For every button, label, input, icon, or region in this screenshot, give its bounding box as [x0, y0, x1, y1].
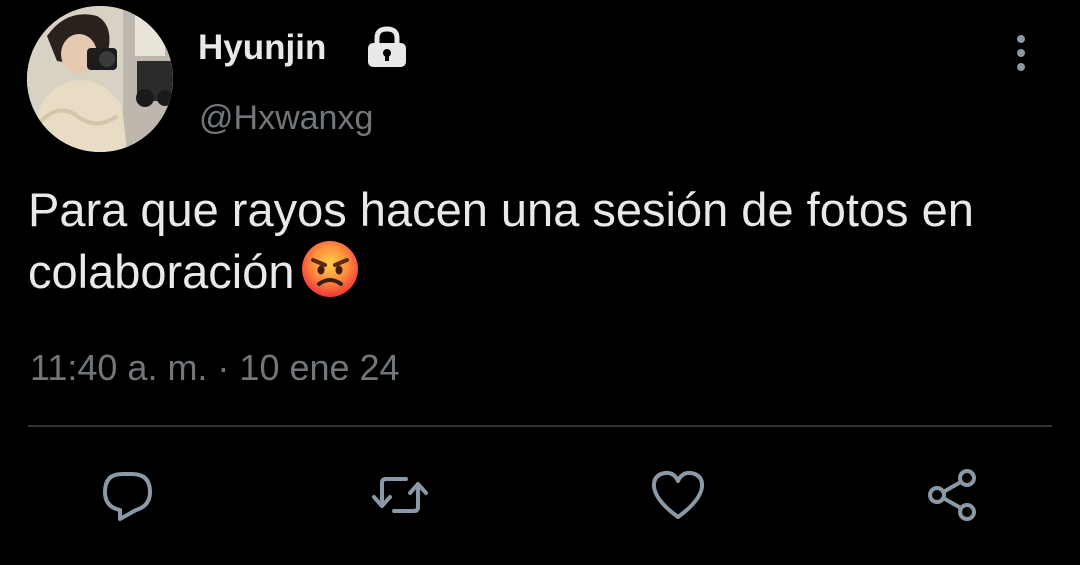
- display-name[interactable]: Hyunjin: [198, 26, 326, 70]
- tweet-text: Para que rayos hacen una sesión de fotos…: [28, 180, 1068, 302]
- reply-button[interactable]: [98, 465, 158, 525]
- retweet-button[interactable]: [370, 465, 430, 525]
- user-handle[interactable]: @Hxwanxg: [199, 96, 373, 140]
- avatar-photo: [27, 6, 173, 152]
- avatar[interactable]: [27, 6, 173, 152]
- heart-icon: [651, 470, 705, 519]
- divider: [28, 425, 1052, 427]
- tweet-timestamp[interactable]: 11:40 a. m. · 10 ene 24: [30, 345, 400, 391]
- retweet-icon: [372, 477, 428, 513]
- lock-icon: [364, 26, 410, 68]
- share-icon: [928, 469, 976, 521]
- share-button[interactable]: [922, 465, 982, 525]
- more-options-icon[interactable]: [1000, 30, 1044, 78]
- tweet-detail: Hyunjin @Hxwanxg Para que rayos hacen un…: [0, 0, 1080, 565]
- tweet-text-content: Para que rayos hacen una sesión de fotos…: [28, 183, 974, 298]
- like-button[interactable]: [648, 465, 708, 525]
- angry-face-emoji-icon: [301, 240, 359, 298]
- reply-icon: [103, 472, 152, 521]
